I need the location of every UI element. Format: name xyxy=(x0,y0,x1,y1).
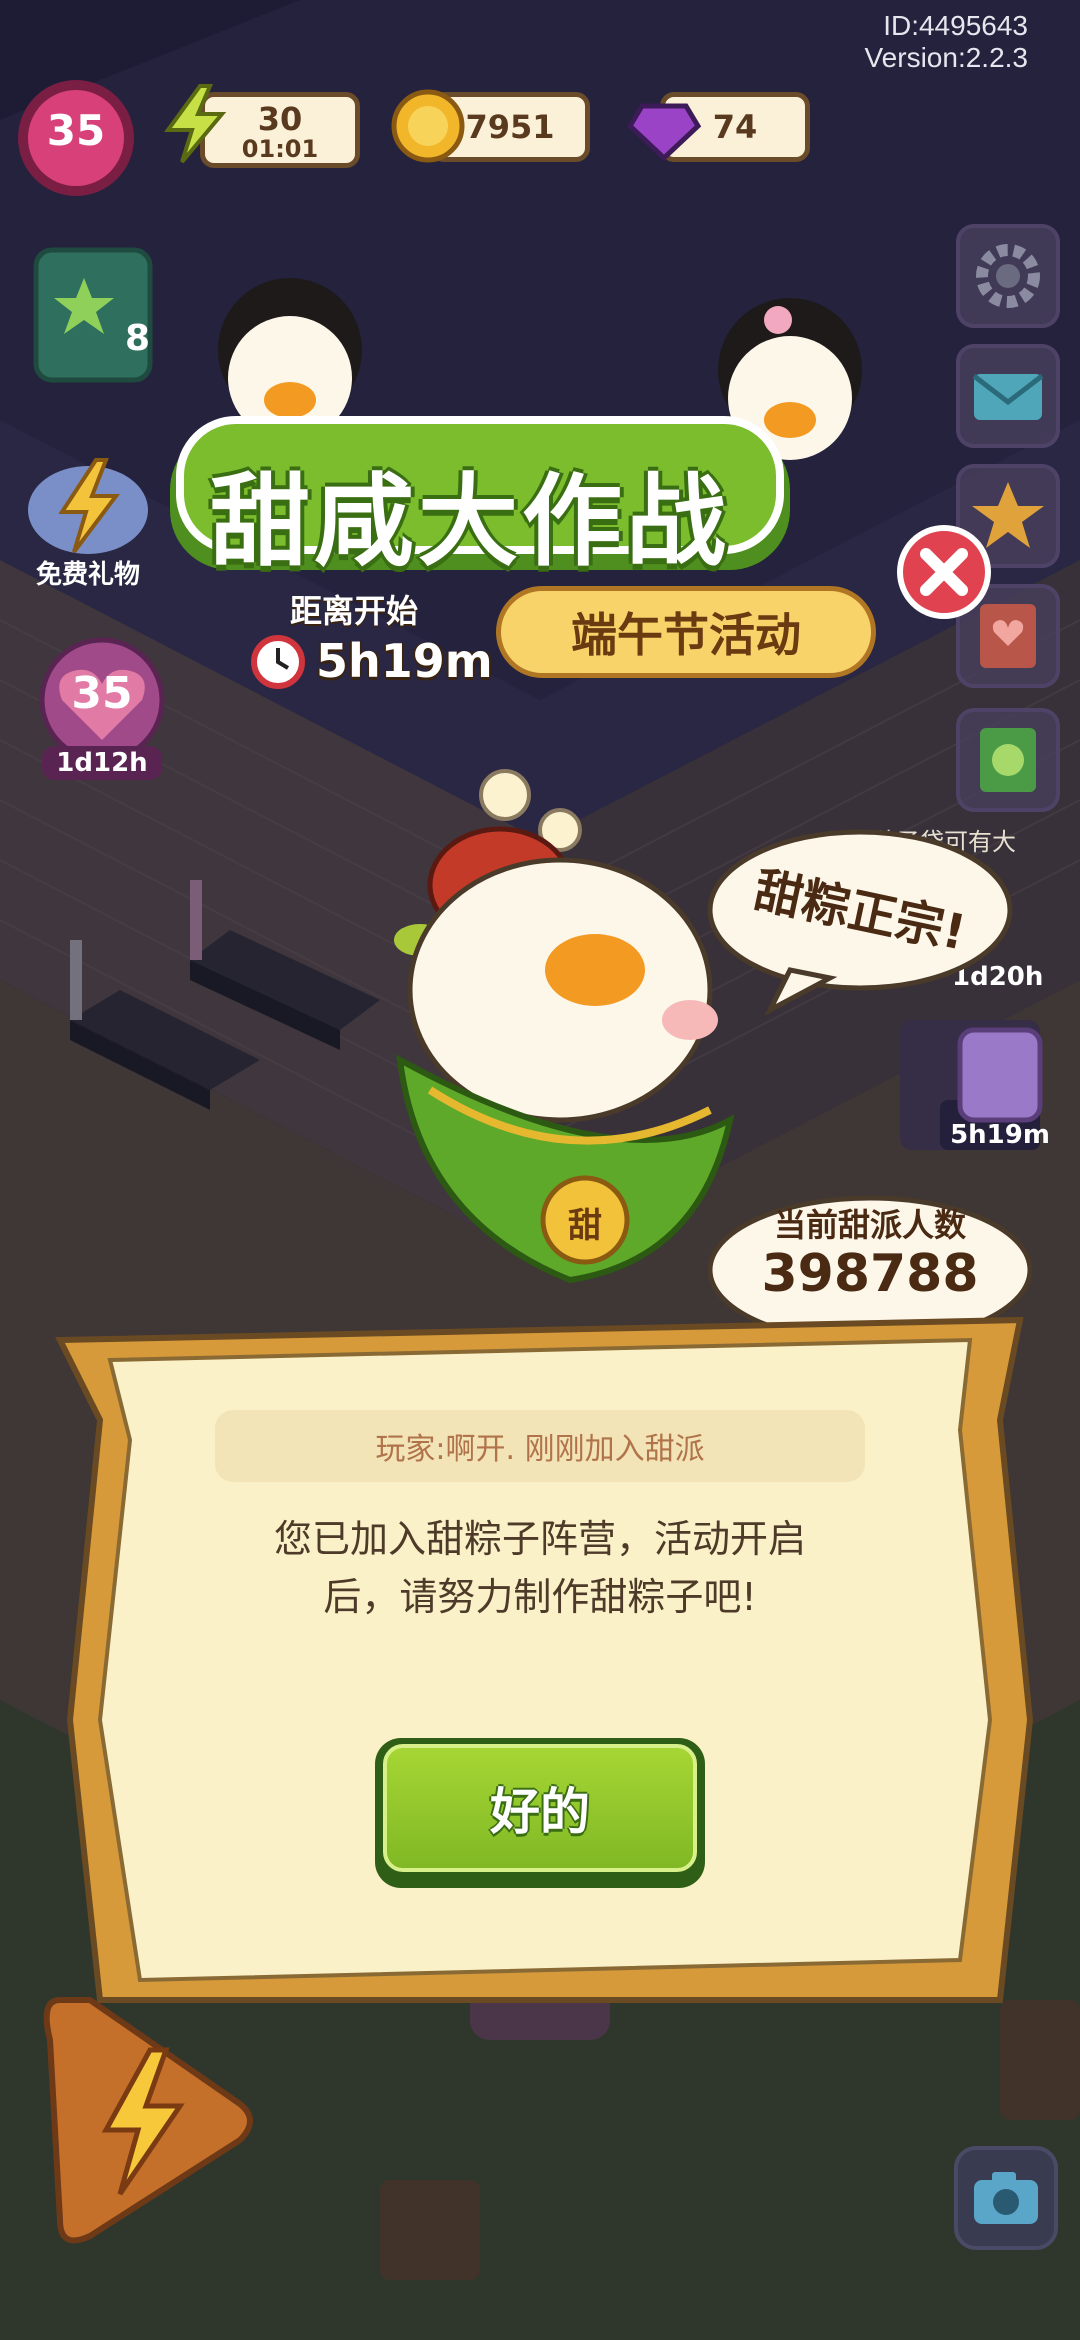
energy-timer: 01:01 xyxy=(241,135,319,163)
countdown-label: 距离开始 xyxy=(290,592,419,630)
camera-icon xyxy=(954,2146,1058,2250)
event-level-button[interactable]: 35 1d12h xyxy=(22,622,182,782)
camera-button[interactable] xyxy=(952,2144,1060,2252)
join-notice-text: 玩家:啊开. 刚刚加入甜派 xyxy=(375,1432,705,1467)
join-notice-banner: 玩家:啊开. 刚刚加入甜派 xyxy=(215,1410,865,1482)
task-count: 8 xyxy=(124,318,150,359)
gift-lightning-icon xyxy=(28,458,148,554)
ok-button[interactable]: 好的 xyxy=(375,1738,705,1888)
seed-book-icon xyxy=(980,728,1036,792)
close-icon xyxy=(897,525,991,619)
mail-icon xyxy=(972,374,1044,420)
event-subtitle: 端午节活动 xyxy=(571,608,801,662)
ok-button-face: 好的 xyxy=(383,1744,697,1872)
player-id-label: ID:4495643 xyxy=(883,10,1028,41)
level-value: 35 xyxy=(46,106,106,155)
task-board-button[interactable]: 8 xyxy=(30,240,156,390)
team-count-value: 398788 xyxy=(761,1244,979,1304)
jar-timer: 5h19m xyxy=(950,1120,1050,1150)
boost-button[interactable] xyxy=(20,1980,260,2260)
close-button[interactable] xyxy=(896,524,992,620)
lightning-icon xyxy=(160,84,230,164)
dialog-scroll-panel xyxy=(55,1316,1034,2003)
settings-button[interactable] xyxy=(956,224,1060,328)
jar-item-button[interactable]: 5h19m xyxy=(930,1020,1070,1150)
ok-button-label: 好的 xyxy=(490,1783,590,1841)
dialog-message: 您已加入甜粽子阵营，活动开启后，请努力制作甜粽子吧! xyxy=(273,1517,806,1619)
gem-value: 74 xyxy=(712,108,758,146)
gear-icon xyxy=(976,244,1040,308)
version-label: Version:2.2.3 xyxy=(864,42,1028,73)
coin-value: 7951 xyxy=(465,108,555,146)
mail-button[interactable] xyxy=(956,344,1060,448)
free-gift-label: 免费礼物 xyxy=(35,560,140,590)
lightning-icon xyxy=(43,1997,253,2244)
coin-icon xyxy=(388,86,468,166)
clock-icon xyxy=(250,634,306,690)
jar-icon xyxy=(957,1027,1043,1123)
countdown-value: 5h19m xyxy=(316,634,493,688)
gem-icon xyxy=(624,86,704,166)
seed-book-button[interactable] xyxy=(956,708,1060,812)
energy-value: 30 xyxy=(257,100,303,138)
free-gift-button[interactable]: 免费礼物 xyxy=(18,450,158,590)
mascot-badge-char: 甜 xyxy=(568,1206,602,1246)
event-level-value: 35 xyxy=(71,668,133,719)
team-count-label: 当前甜派人数 xyxy=(773,1206,966,1244)
player-level-badge[interactable]: 35 xyxy=(14,76,138,200)
event-title: 甜咸大作战 xyxy=(210,463,730,580)
event-level-timer: 1d12h xyxy=(56,748,148,778)
event-subtitle-banner: 端午节活动 xyxy=(496,586,876,678)
